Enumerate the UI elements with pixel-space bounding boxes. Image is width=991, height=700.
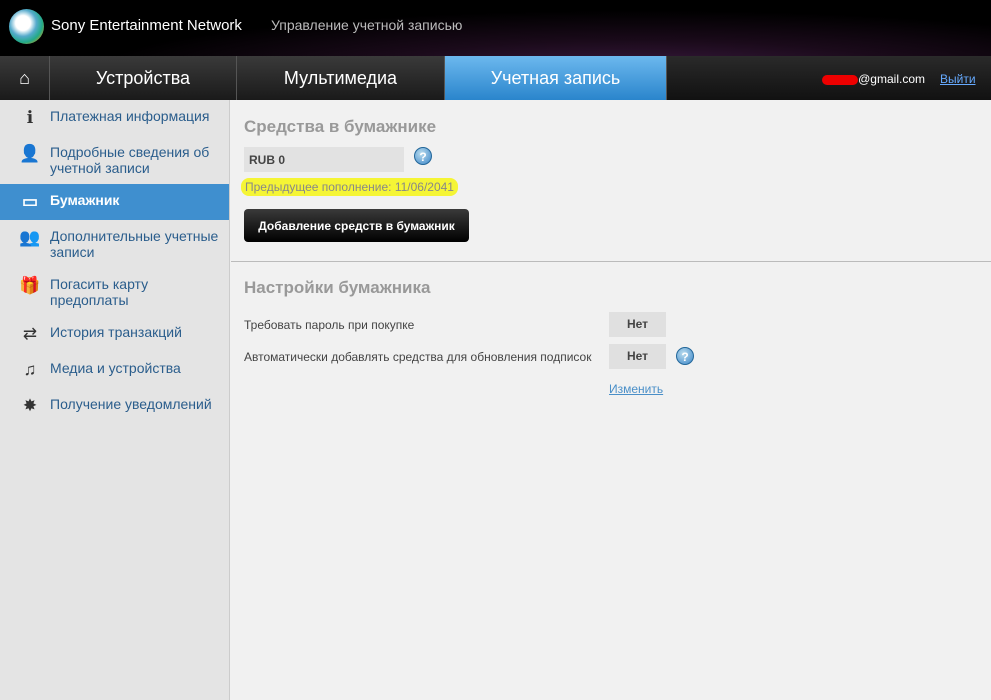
email-text: @gmail.com — [858, 72, 925, 86]
sidebar: ℹ Платежная информация 👤 Подробные сведени… — [0, 100, 230, 700]
auto-add-label: Автоматически добавлять средства для обн… — [244, 350, 592, 364]
sidebar-item-sub-accounts[interactable]: 👥 Дополнительные учетные записи — [0, 220, 229, 268]
previous-topup: Предыдущее пополнение: 11/06/2041 — [241, 178, 458, 196]
auto-add-value: Нет — [609, 344, 666, 369]
sidebar-item-label: Бумажник — [50, 192, 120, 208]
sidebar-item-wallet[interactable]: ▭ Бумажник — [0, 184, 229, 220]
require-password-value: Нет — [609, 312, 666, 337]
sidebar-item-transactions[interactable]: ⇄ История транзакций — [0, 316, 229, 352]
sidebar-item-label: Дополнительные учетные записи — [50, 228, 219, 260]
redaction — [822, 74, 859, 85]
media-icon: ♫ — [23, 360, 37, 379]
sen-logo — [9, 9, 44, 44]
change-link[interactable]: Изменить — [609, 382, 663, 396]
sidebar-item-account-details[interactable]: 👤 Подробные сведения об учетной записи — [0, 136, 229, 184]
sidebar-item-redeem[interactable]: 🎁 Погасить карту предоплаты — [0, 268, 229, 316]
add-funds-button[interactable]: Добавление средств в бумажник — [244, 209, 469, 242]
sidebar-item-label: История транзакций — [50, 324, 182, 340]
sidebar-item-payment[interactable]: ℹ Платежная информация — [0, 100, 229, 136]
tab-multimedia[interactable]: Мультимедиа — [236, 56, 444, 100]
arrows-icon: ⇄ — [22, 324, 38, 343]
sidebar-item-notifications[interactable]: ✸ Получение уведомлений — [0, 388, 229, 424]
logout-link[interactable]: Выйти — [940, 72, 976, 86]
info-icon: ℹ — [26, 108, 34, 127]
divider — [231, 261, 991, 262]
sidebar-item-label: Платежная информация — [50, 108, 210, 124]
wallet-icon: ▭ — [21, 192, 39, 211]
page-subtitle: Управление учетной записью — [271, 17, 463, 33]
badge-icon: ✸ — [22, 396, 38, 415]
gift-icon: 🎁 — [19, 276, 41, 295]
help-icon[interactable]: ? — [414, 147, 432, 165]
wallet-balance: RUB 0 — [244, 147, 404, 172]
home-icon[interactable]: ⌂ — [0, 56, 49, 100]
main-content: Средства в бумажнике RUB 0 ? Предыдущее … — [231, 100, 991, 700]
sidebar-item-label: Получение уведомлений — [50, 396, 212, 412]
wallet-title: Средства в бумажнике — [244, 117, 437, 136]
require-password-label: Требовать пароль при покупке — [244, 318, 415, 332]
top-banner: Sony Entertainment Network Управление уч… — [0, 0, 991, 56]
brand-name: Sony Entertainment Network — [51, 17, 242, 34]
user-icon: 👤 — [19, 144, 41, 163]
sidebar-item-label: Подробные сведения об учетной записи — [50, 144, 210, 176]
sidebar-item-media[interactable]: ♫ Медиа и устройства — [0, 352, 229, 388]
help-icon[interactable]: ? — [676, 347, 694, 365]
sidebar-item-label: Медиа и устройства — [50, 360, 181, 376]
settings-title: Настройки бумажника — [244, 278, 431, 297]
tab-devices[interactable]: Устройства — [49, 56, 236, 100]
users-icon: 👥 — [19, 228, 41, 247]
sidebar-item-label: Погасить карту предоплаты — [50, 276, 149, 308]
tab-account[interactable]: Учетная запись — [444, 56, 666, 100]
user-email: @gmail.com — [822, 72, 925, 86]
